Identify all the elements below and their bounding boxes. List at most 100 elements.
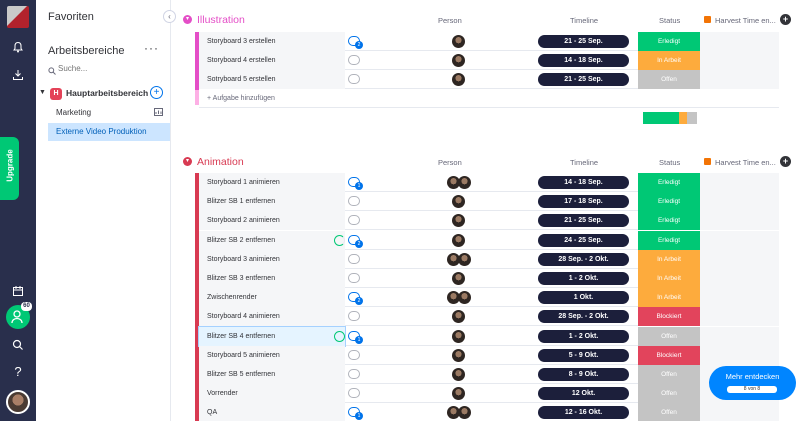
harvest-time-cell[interactable] <box>700 403 779 421</box>
add-column-plus-icon[interactable]: + <box>780 156 791 167</box>
status-badge[interactable]: Blockiert <box>638 345 700 365</box>
person-cell[interactable] <box>439 73 479 87</box>
column-header-person[interactable]: Person <box>438 158 462 167</box>
status-badge[interactable]: Offen <box>638 384 700 404</box>
updates-bubble-icon[interactable]: 2 <box>348 36 363 49</box>
table-row[interactable]: Storyboard 5 animieren 5 - 9 Okt. Blockier… <box>199 345 779 365</box>
table-row[interactable]: Storyboard 1 animieren 1 14 - 18 Sep. Erled… <box>199 173 779 192</box>
timeline-pill[interactable]: 24 - 25 Sep. <box>538 233 629 247</box>
timeline-pill[interactable]: 17 - 18 Sep. <box>538 195 629 209</box>
column-header-timeline[interactable]: Timeline <box>570 16 598 25</box>
harvest-time-cell[interactable] <box>700 249 779 269</box>
timeline-pill[interactable]: 12 - 16 Okt. <box>538 406 629 420</box>
status-badge[interactable]: Offen <box>638 326 700 346</box>
updates-bubble-icon[interactable]: 2 <box>348 234 363 248</box>
timeline-pill[interactable]: 21 - 25 Sep. <box>538 214 629 228</box>
harvest-time-cell[interactable] <box>700 288 779 308</box>
table-row[interactable]: Storyboard 3 animieren 28 Sep. - 2 Okt. In… <box>199 249 779 269</box>
completed-check-icon[interactable] <box>334 330 345 342</box>
updates-bubble-icon[interactable] <box>348 55 360 66</box>
updates-bubble-icon[interactable] <box>348 311 360 322</box>
table-row[interactable]: Blitzer SB 2 entfernen 2 24 - 25 Sep. Erled… <box>199 230 779 250</box>
table-row[interactable]: QA 1 12 - 16 Okt. Offen <box>199 403 779 421</box>
task-name[interactable]: Storyboard 4 animieren <box>199 307 345 327</box>
table-row[interactable]: Blitzer SB 1 entfernen 17 - 18 Sep. Erledi… <box>199 192 779 212</box>
person-cell[interactable] <box>439 329 479 343</box>
user-avatar[interactable] <box>6 390 30 414</box>
bell-icon[interactable] <box>0 40 36 58</box>
task-name[interactable]: Blitzer SB 5 entfernen <box>199 365 345 384</box>
timeline-pill[interactable]: 28 Sep. - 2 Okt. <box>538 252 629 266</box>
harvest-time-cell[interactable] <box>700 32 779 51</box>
person-cell[interactable] <box>439 348 479 362</box>
task-name[interactable]: Storyboard 1 animieren <box>199 173 345 192</box>
person-cell[interactable] <box>439 387 479 401</box>
status-badge[interactable]: Offen <box>638 365 700 384</box>
column-header-status[interactable]: Status <box>659 16 680 25</box>
timeline-pill[interactable]: 5 - 9 Okt. <box>538 348 629 362</box>
harvest-time-cell[interactable] <box>700 192 779 212</box>
workspace-expand-caret-icon[interactable]: ▼ <box>39 89 46 96</box>
calendar-icon[interactable] <box>0 284 36 302</box>
person-cell[interactable] <box>439 214 479 228</box>
updates-bubble-icon[interactable] <box>348 215 360 226</box>
discover-more-button[interactable]: Mehr entdecken 8 von 8 <box>709 366 796 400</box>
status-badge[interactable]: In Arbeit <box>638 288 700 308</box>
status-badge[interactable]: Erledigt <box>638 211 700 231</box>
column-header-harvest[interactable]: Harvest Time en... <box>715 158 776 167</box>
add-task-button[interactable]: + Aufgabe hinzufügen <box>207 95 275 102</box>
timeline-pill[interactable]: 14 - 18 Sep. <box>538 176 629 189</box>
help-icon[interactable]: ? <box>0 364 36 379</box>
task-name[interactable]: Blitzer SB 1 entfernen <box>199 192 345 212</box>
task-name[interactable]: Blitzer SB 4 entfernen <box>198 325 346 347</box>
harvest-time-cell[interactable] <box>700 173 779 192</box>
harvest-time-cell[interactable] <box>700 51 779 71</box>
table-row[interactable]: Blitzer SB 4 entfernen 1 1 - 2 Okt. Offen <box>198 325 779 347</box>
status-badge[interactable]: Erledigt <box>638 230 700 250</box>
table-row[interactable]: Blitzer SB 3 entfernen 1 - 2 Okt. In Arbei… <box>199 269 779 288</box>
harvest-time-cell[interactable] <box>700 326 779 346</box>
sidebar-item-marketing[interactable]: Marketing <box>48 104 170 122</box>
inbox-download-icon[interactable] <box>0 68 36 86</box>
timeline-pill[interactable]: 21 - 25 Sep. <box>538 73 629 87</box>
status-badge[interactable]: In Arbeit <box>638 269 700 288</box>
updates-bubble-icon[interactable] <box>348 273 360 283</box>
sidebar-search-input[interactable] <box>58 64 158 73</box>
more-options-icon[interactable]: ··· <box>144 41 159 55</box>
group-collapse-chevron-icon[interactable]: ▾ <box>183 157 192 166</box>
harvest-time-cell[interactable] <box>700 307 779 327</box>
group-title[interactable]: Illustration <box>197 14 245 26</box>
harvest-time-cell[interactable] <box>700 269 779 288</box>
status-badge[interactable]: Blockiert <box>638 307 700 327</box>
group-collapse-chevron-icon[interactable]: ▾ <box>183 15 192 24</box>
updates-bubble-icon[interactable]: 1 <box>348 330 363 344</box>
task-name[interactable]: Sotryboard 5 erstellen <box>199 70 345 90</box>
table-row[interactable]: Storyboard 2 animieren 21 - 25 Sep. Erledi… <box>199 211 779 231</box>
status-badge[interactable]: Erledigt <box>638 192 700 212</box>
task-name[interactable]: Storyboard 3 erstellen <box>199 32 345 51</box>
person-cell[interactable] <box>439 35 479 48</box>
harvest-time-cell[interactable] <box>700 211 779 231</box>
table-row[interactable]: Storyboard 4 erstellen 14 - 18 Sep. In Arb… <box>199 51 779 71</box>
group-title[interactable]: Animation <box>197 156 244 168</box>
timeline-pill[interactable]: 8 - 9 Okt. <box>538 368 629 381</box>
table-row[interactable]: Zwischenrender 2 1 Okt. In Arbeit <box>199 288 779 308</box>
person-cell[interactable] <box>439 406 479 420</box>
updates-bubble-icon[interactable]: 1 <box>348 177 363 190</box>
person-cell[interactable] <box>439 368 479 381</box>
timeline-pill[interactable]: 1 - 2 Okt. <box>538 329 629 343</box>
timeline-pill[interactable]: 21 - 25 Sep. <box>538 35 629 48</box>
updates-bubble-icon[interactable] <box>348 349 360 360</box>
person-cell[interactable] <box>439 272 479 285</box>
person-cell[interactable] <box>439 195 479 209</box>
task-name[interactable]: QA <box>199 403 345 421</box>
person-cell[interactable] <box>439 54 479 68</box>
column-header-harvest[interactable]: Harvest Time en... <box>715 16 776 25</box>
search-icon[interactable] <box>0 338 36 356</box>
table-row[interactable]: Blitzer SB 5 entfernen 8 - 9 Okt. Offen <box>199 365 779 384</box>
task-name[interactable]: Blitzer SB 3 entfernen <box>199 269 345 288</box>
task-name[interactable]: Storyboard 4 erstellen <box>199 51 345 71</box>
task-name[interactable]: Zwischenrender <box>199 288 345 308</box>
updates-bubble-icon[interactable] <box>348 74 360 85</box>
account-logo[interactable] <box>7 6 29 28</box>
